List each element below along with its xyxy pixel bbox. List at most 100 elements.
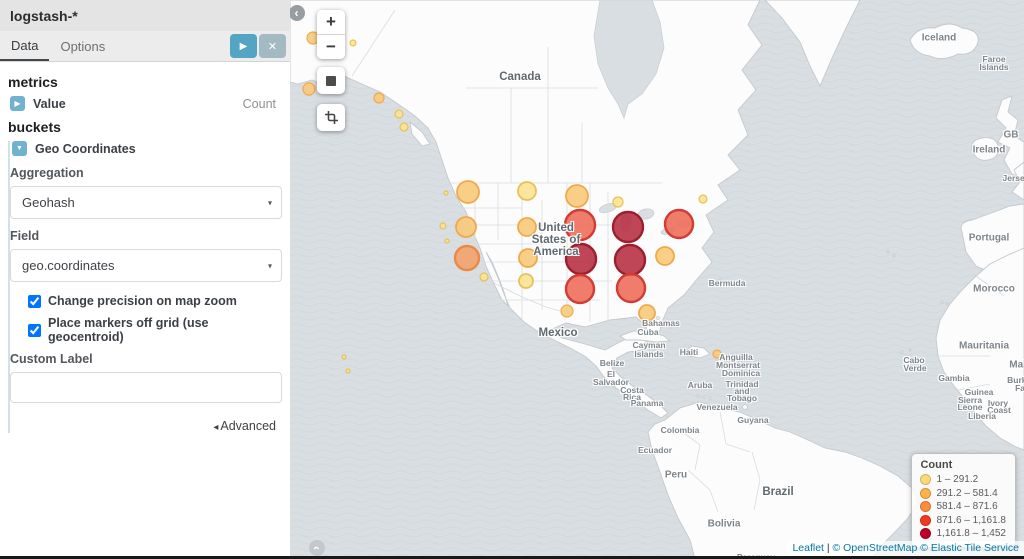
geohash-marker[interactable]	[480, 273, 488, 281]
geohash-marker[interactable]	[519, 249, 537, 267]
field-select-value: geo.coordinates	[22, 258, 115, 273]
select-caret-icon: ▾	[268, 261, 272, 270]
precision-checkbox[interactable]	[28, 295, 41, 308]
metric-agg-value: Count	[243, 97, 276, 111]
aggregation-select[interactable]: Geohash ▾	[10, 186, 282, 219]
geocentroid-checkbox-label: Place markers off grid (use geocentroid)	[48, 316, 282, 344]
geohash-marker[interactable]	[615, 245, 645, 275]
chevron-left-icon: ‹	[295, 6, 299, 20]
draw-rectangle-button[interactable]	[317, 104, 345, 131]
map-legend: Count 1 – 291.2291.2 – 581.4581.4 – 871.…	[911, 453, 1016, 548]
advanced-label: Advanced	[220, 419, 276, 433]
custom-label-label: Custom Label	[10, 352, 282, 366]
aggregation-label: Aggregation	[10, 166, 282, 180]
aggregation-select-value: Geohash	[22, 195, 75, 210]
close-icon: ✕	[268, 40, 277, 53]
geohash-marker[interactable]	[566, 244, 596, 274]
field-select[interactable]: geo.coordinates ▾	[10, 249, 282, 282]
geohash-marker[interactable]	[613, 197, 623, 207]
leaflet-link[interactable]: Leaflet	[792, 542, 824, 554]
checkbox-group: Change precision on map zoom Place marker…	[28, 294, 282, 344]
geohash-marker[interactable]	[303, 83, 315, 95]
legend-title: Count	[920, 459, 1006, 471]
map-attribution: Leaflet | © OpenStreetMap © Elastic Tile…	[787, 541, 1024, 556]
openstreetmap-link[interactable]: © OpenStreetMap	[833, 542, 918, 554]
custom-label-input[interactable]	[10, 372, 282, 403]
geohash-marker[interactable]	[613, 212, 643, 242]
geohash-marker[interactable]	[656, 247, 674, 265]
zoom-control: + −	[317, 10, 345, 59]
geohash-marker[interactable]	[518, 218, 536, 236]
geohash-marker[interactable]	[566, 275, 594, 303]
legend-color-dot	[920, 501, 931, 512]
geo-coordinates-section: ▼ Geo Coordinates Aggregation Geohash ▾ …	[8, 141, 282, 433]
geohash-marker[interactable]	[445, 239, 449, 243]
geocentroid-checkbox-row[interactable]: Place markers off grid (use geocentroid)	[28, 316, 282, 344]
advanced-toggle[interactable]: ◂Advanced	[10, 419, 276, 433]
legend-item: 1 – 291.2	[920, 473, 1006, 487]
editor-tabbar: Data Options ▶ ✕	[0, 31, 290, 62]
geohash-marker[interactable]	[713, 350, 721, 358]
play-icon: ▶	[240, 41, 248, 52]
metric-toggle-button[interactable]: ▶	[10, 96, 25, 111]
metric-value-row[interactable]: ▶ Value Count	[10, 96, 282, 111]
tab-data[interactable]: Data	[0, 31, 49, 61]
index-pattern-title: logstash-*	[0, 0, 290, 31]
legend-range-label: 1 – 291.2	[936, 473, 978, 487]
geohash-marker[interactable]	[561, 305, 573, 317]
geohash-marker[interactable]	[565, 210, 595, 240]
editor-content: metrics ▶ Value Count buckets ▼ Geo Coor…	[0, 62, 290, 433]
fit-square-icon	[326, 76, 336, 86]
tile-map[interactable]: CanadaUnitedStates ofAmericaMexicoBermud…	[290, 0, 1024, 559]
legend-items: 1 – 291.2291.2 – 581.4581.4 – 871.6871.6…	[920, 473, 1006, 541]
geohash-marker[interactable]	[518, 182, 536, 200]
geohash-marker[interactable]	[455, 246, 479, 270]
geohash-marker[interactable]	[374, 93, 384, 103]
bucket-label: Geo Coordinates	[35, 142, 136, 156]
elastic-tile-service-link[interactable]: © Elastic Tile Service	[920, 542, 1019, 554]
geohash-marker[interactable]	[346, 369, 350, 373]
geohash-marker[interactable]	[444, 191, 448, 195]
legend-color-dot	[920, 488, 931, 499]
metrics-heading: metrics	[8, 74, 282, 90]
discard-changes-button[interactable]: ✕	[259, 34, 286, 58]
geohash-marker[interactable]	[699, 195, 707, 203]
geocentroid-checkbox[interactable]	[28, 324, 41, 337]
legend-item: 871.6 – 1,161.8	[920, 514, 1006, 528]
zoom-out-button[interactable]: −	[317, 35, 345, 59]
precision-checkbox-row[interactable]: Change precision on map zoom	[28, 294, 282, 308]
legend-range-label: 291.2 – 581.4	[936, 487, 997, 501]
fit-data-bounds-button[interactable]	[317, 67, 345, 94]
geohash-marker[interactable]	[639, 305, 655, 321]
legend-item: 1,161.8 – 1,452	[920, 527, 1006, 541]
editor-actions: ▶ ✕	[230, 31, 290, 61]
apply-changes-button[interactable]: ▶	[230, 34, 257, 58]
bucket-toggle-button[interactable]: ▼	[12, 141, 27, 156]
crop-icon	[325, 111, 338, 124]
vis-editor-sidebar: logstash-* Data Options ▶ ✕ metrics ▶ Va…	[0, 0, 290, 559]
collapse-bottom-button[interactable]: ‹	[309, 540, 325, 556]
legend-color-dot	[920, 474, 931, 485]
precision-checkbox-label: Change precision on map zoom	[48, 294, 237, 308]
geohash-marker[interactable]	[400, 123, 408, 131]
buckets-heading: buckets	[8, 119, 282, 135]
legend-item: 291.2 – 581.4	[920, 487, 1006, 501]
chevron-down-icon: ▼	[16, 145, 23, 152]
geohash-marker[interactable]	[456, 217, 476, 237]
geohash-marker[interactable]	[665, 210, 693, 238]
geohash-marker[interactable]	[566, 185, 588, 207]
bucket-row[interactable]: ▼ Geo Coordinates	[12, 141, 282, 156]
geohash-marker[interactable]	[617, 274, 645, 302]
attribution-separator: |	[824, 542, 833, 554]
select-caret-icon: ▾	[268, 198, 272, 207]
geohash-marker[interactable]	[457, 181, 479, 203]
triangle-left-icon: ◂	[213, 422, 218, 433]
tab-options[interactable]: Options	[49, 31, 116, 61]
geohash-marker[interactable]	[395, 110, 403, 118]
geohash-marker[interactable]	[519, 274, 533, 288]
geohash-marker[interactable]	[350, 40, 356, 46]
legend-color-dot	[920, 528, 931, 539]
zoom-in-button[interactable]: +	[317, 10, 345, 35]
geohash-marker[interactable]	[440, 223, 446, 229]
geohash-marker[interactable]	[342, 355, 346, 359]
